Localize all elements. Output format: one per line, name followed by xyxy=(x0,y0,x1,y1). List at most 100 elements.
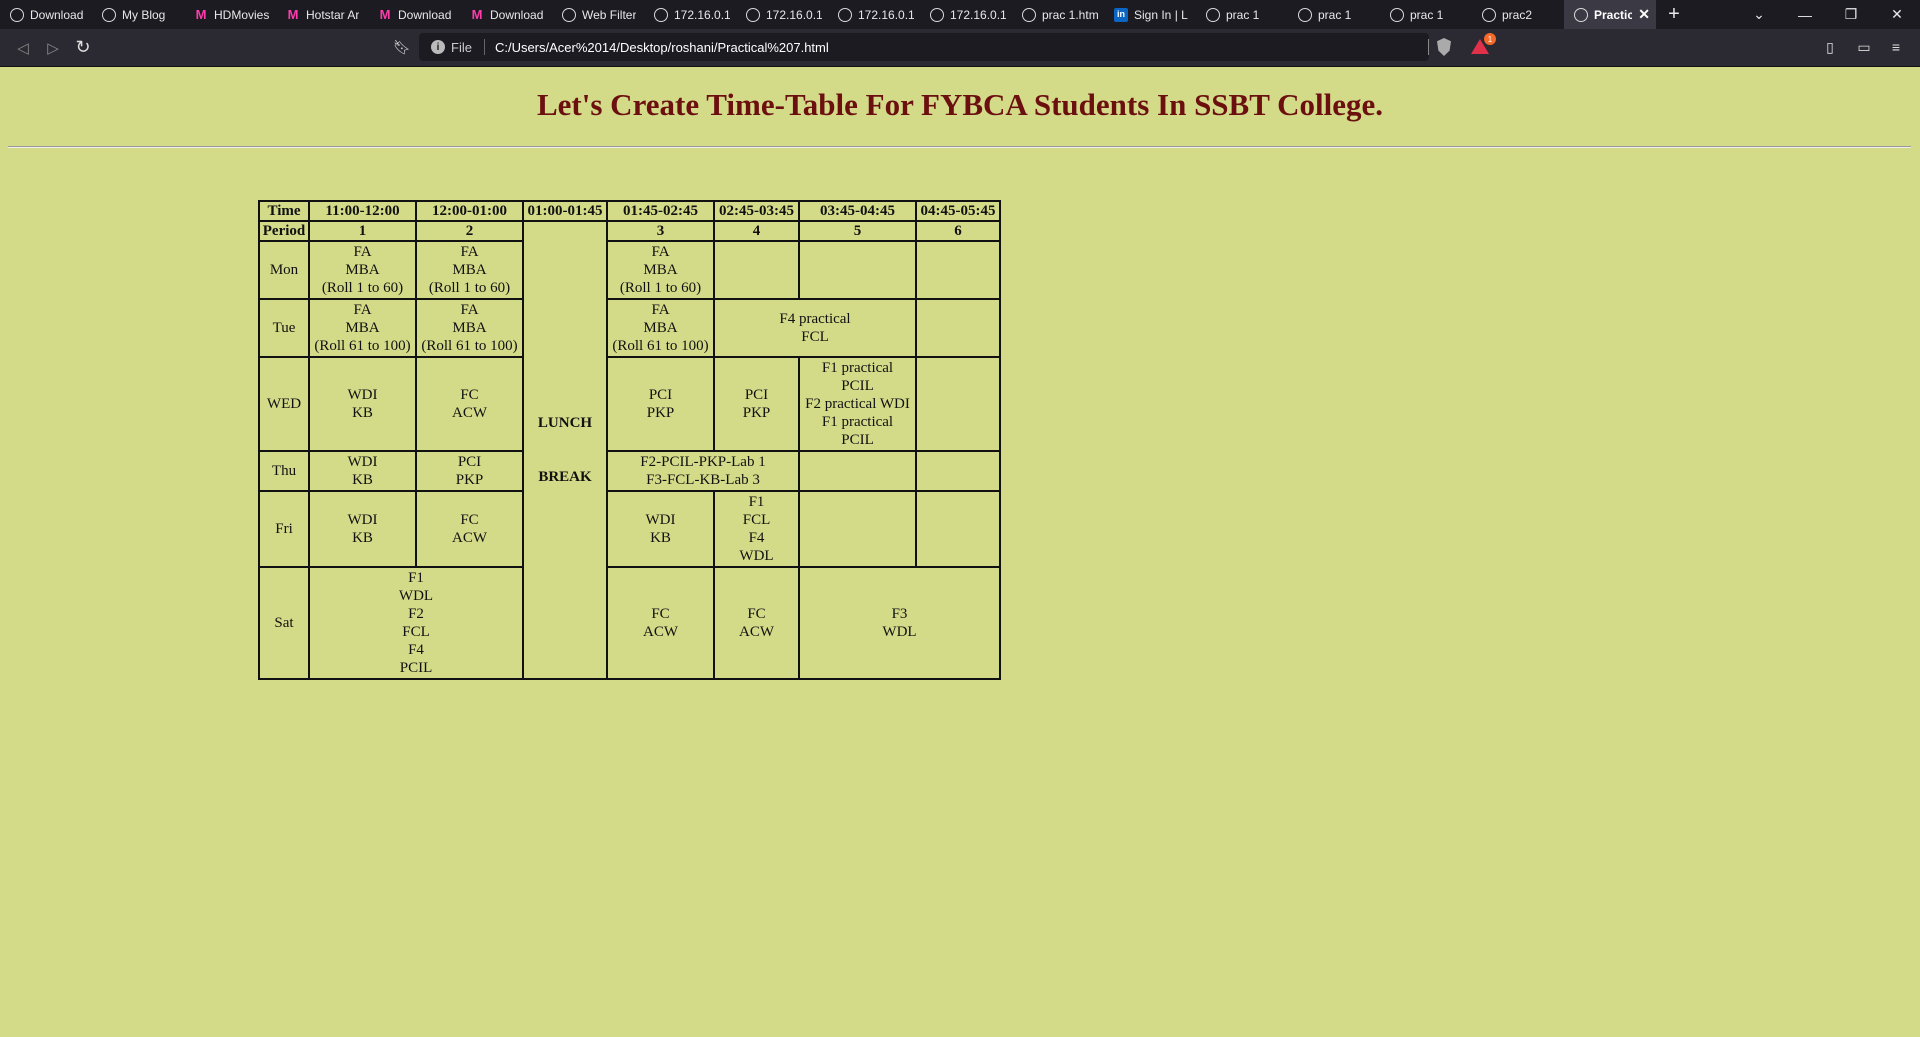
day-label: Mon xyxy=(258,240,310,300)
mon-period-1: FA MBA (Roll 1 to 60) xyxy=(308,240,417,300)
browser-tab[interactable]: prac 1 xyxy=(1196,0,1288,29)
globe-icon xyxy=(102,7,116,22)
new-tab-button[interactable]: + xyxy=(1656,0,1692,29)
tab-label: Download xyxy=(30,7,84,22)
browser-tab[interactable]: 172.16.0.1 xyxy=(828,0,920,29)
row-wed: WED WDI KB FC ACW PCI PKP PCI PKP F1 practic… xyxy=(258,356,1001,452)
row-fri: Fri WDI KB FC ACW WDI KB F1 FCL F4 WDL xyxy=(258,490,1001,568)
tue-period-2: FA MBA (Roll 61 to 100) xyxy=(415,298,524,358)
browser-tab[interactable]: 172.16.0.1 xyxy=(920,0,1012,29)
globe-icon xyxy=(1574,7,1588,22)
wed-period-2: FC ACW xyxy=(415,356,524,452)
wed-period-1: WDI KB xyxy=(308,356,417,452)
tab-search-chevron-icon[interactable]: ⌄ xyxy=(1736,0,1782,29)
forward-button[interactable]: ▷ xyxy=(38,33,68,63)
browser-tab[interactable]: M HDMovies xyxy=(184,0,276,29)
browser-tab[interactable]: prac 1 xyxy=(1380,0,1472,29)
tab-label: prac 1.htm xyxy=(1042,7,1098,22)
day-label: Sat xyxy=(258,566,310,680)
tab-label: My Blog xyxy=(122,7,166,22)
thu-period-5 xyxy=(798,450,917,492)
header-time-slot-1: 11:00-12:00 xyxy=(308,200,417,222)
browser-tab[interactable]: prac 1.htm xyxy=(1012,0,1104,29)
tue-period-3: FA MBA (Roll 61 to 100) xyxy=(606,298,715,358)
timetable: Time 11:00-12:00 12:00-01:00 01:00-01:45… xyxy=(258,200,1001,680)
mon-period-2: FA MBA (Roll 1 to 60) xyxy=(415,240,524,300)
brave-shield-icon[interactable] xyxy=(1437,38,1451,56)
row-mon: Mon FA MBA (Roll 1 to 60) FA MBA (Roll 1 to … xyxy=(258,240,1001,300)
tab-label: Download xyxy=(398,7,452,22)
browser-tab[interactable]: M Hotstar Ar xyxy=(276,0,368,29)
reload-button[interactable]: ↻ xyxy=(68,33,98,63)
tab-label: prac 1 xyxy=(1226,7,1260,22)
mon-period-4 xyxy=(713,240,800,300)
wed-period-6 xyxy=(915,356,1001,452)
browser-tab[interactable]: prac2 xyxy=(1472,0,1564,29)
header-period-6: 6 xyxy=(915,220,1001,242)
horizontal-rule xyxy=(8,146,1911,148)
m-logo-icon: M xyxy=(195,7,207,22)
menu-icon[interactable]: ≡ xyxy=(1886,37,1906,57)
rewards-badge: 1 xyxy=(1484,33,1496,45)
browser-tab[interactable]: My Blog xyxy=(92,0,184,29)
bookmark-icon[interactable]: 🔖︎ xyxy=(389,33,415,61)
header-time-slot-5: 03:45-04:45 xyxy=(798,200,917,222)
thu-period-2: PCI PKP xyxy=(415,450,524,492)
close-tab-icon[interactable]: ✕ xyxy=(1638,6,1650,23)
header-period-1: 1 xyxy=(308,220,417,242)
url-text[interactable]: C:/Users/Acer%2014/Desktop/roshani/Pract… xyxy=(495,40,829,55)
browser-tab[interactable]: Practic ✕ xyxy=(1564,0,1656,29)
header-period-5: 5 xyxy=(798,220,917,242)
day-label: Tue xyxy=(258,298,310,358)
browser-tab[interactable]: 172.16.0.1 xyxy=(736,0,828,29)
wed-period-5: F1 practical PCIL F2 practical WDI F1 pract… xyxy=(798,356,917,452)
fri-period-3: WDI KB xyxy=(606,490,715,568)
tab-label: Sign In | L xyxy=(1134,7,1188,22)
url-scheme-label: File xyxy=(451,39,472,55)
globe-icon xyxy=(1298,7,1312,22)
tab-label: prac2 xyxy=(1502,7,1533,22)
address-bar[interactable]: i File C:/Users/Acer%2014/Desktop/roshan… xyxy=(419,33,1429,61)
header-time-slot-3: 01:45-02:45 xyxy=(606,200,715,222)
sidebar-toggle-icon[interactable]: ▯ xyxy=(1820,37,1840,57)
header-time-lunch: 01:00-01:45 xyxy=(522,200,608,222)
tab-label: 172.16.0.1 xyxy=(674,7,730,22)
globe-icon xyxy=(1206,7,1220,22)
tabs-container: Download My Blog M HDMovies M Hotstar Ar M Down… xyxy=(0,0,1656,29)
browser-tab[interactable]: M Download xyxy=(460,0,552,29)
fri-period-6 xyxy=(915,490,1001,568)
browser-tab[interactable]: Download xyxy=(0,0,92,29)
browser-tab[interactable]: 172.16.0.1 xyxy=(644,0,736,29)
tab-strip: Download My Blog M HDMovies M Hotstar Ar M Down… xyxy=(0,0,1920,29)
mon-period-6 xyxy=(915,240,1001,300)
tab-label: Web Filter xyxy=(582,7,637,22)
header-time-label: Time xyxy=(258,200,310,222)
browser-tab[interactable]: in Sign In | L xyxy=(1104,0,1196,29)
tab-label: HDMovies xyxy=(214,7,270,22)
minimize-button[interactable]: — xyxy=(1782,0,1828,29)
day-label: Fri xyxy=(258,490,310,568)
back-button[interactable]: ◁ xyxy=(8,33,38,63)
wallet-icon[interactable]: ▭ xyxy=(1854,37,1874,57)
restore-button[interactable]: ❐ xyxy=(1828,0,1874,29)
header-period-2: 2 xyxy=(415,220,524,242)
tue-period-4-5: F4 practical FCL xyxy=(713,298,917,358)
break-label: BREAK xyxy=(538,469,592,485)
header-period-3: 3 xyxy=(606,220,715,242)
close-window-button[interactable]: ✕ xyxy=(1874,0,1920,29)
header-row-time: Time 11:00-12:00 12:00-01:00 01:00-01:45… xyxy=(258,200,1001,222)
browser-tab[interactable]: M Download xyxy=(368,0,460,29)
row-sat: Sat F1 WDL F2 FCL F4 PCIL FC ACW FC ACW F3 WDL xyxy=(258,566,1001,680)
globe-icon xyxy=(10,7,24,22)
globe-icon xyxy=(1022,7,1036,22)
browser-tab[interactable]: Web Filter xyxy=(552,0,644,29)
row-tue: Tue FA MBA (Roll 61 to 100) FA MBA (Roll 61 … xyxy=(258,298,1001,358)
lunch-break-cell: LUNCH BREAK xyxy=(522,220,608,680)
globe-icon xyxy=(654,7,668,22)
sat-period-3: FC ACW xyxy=(606,566,715,680)
sat-period-4: FC ACW xyxy=(713,566,800,680)
browser-tab[interactable]: prac 1 xyxy=(1288,0,1380,29)
wed-period-4: PCI PKP xyxy=(713,356,800,452)
globe-icon xyxy=(838,7,852,22)
info-icon[interactable]: i xyxy=(431,40,445,54)
